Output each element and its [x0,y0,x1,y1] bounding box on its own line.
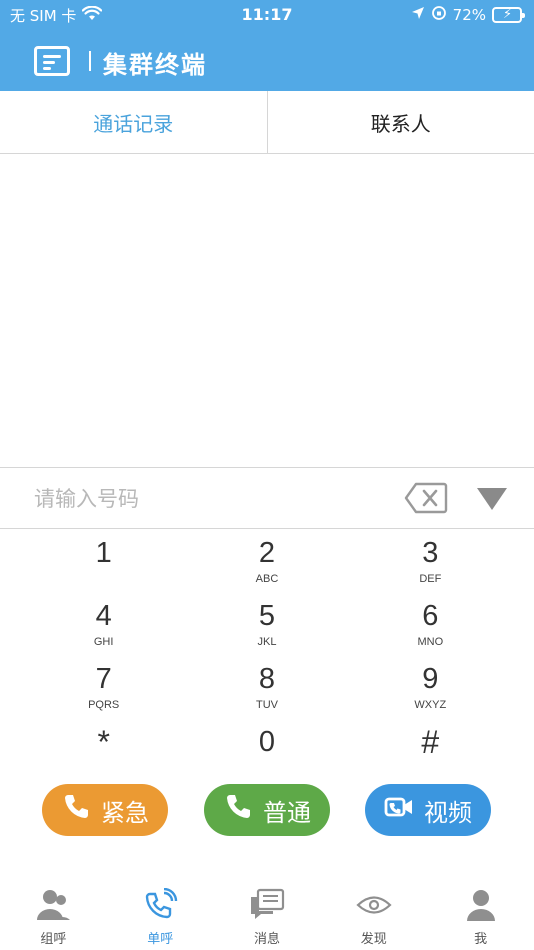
app-header: 集群终端 [0,38,534,84]
key-letters: TUV [255,699,278,711]
normal-call-label: 普通 [263,798,311,827]
battery-percent: 72% [452,6,486,24]
key-letters: ABC [255,573,279,585]
key-letters: WXYZ [414,699,447,711]
key-letters: MNO [417,636,444,648]
key-0[interactable]: 0 [185,719,348,782]
group-call-icon [37,890,71,920]
key-digit: # [421,724,440,760]
key-digit: * [97,724,110,760]
key-letters: DEF [419,573,442,585]
key-7[interactable]: 7 PQRS [22,656,185,719]
nav-label: 消息 [253,932,280,947]
key-hash[interactable]: # [349,719,512,782]
phone-icon [61,792,91,828]
key-6[interactable]: 6 MNO [349,593,512,656]
dial-keypad: 1 2 ABC 3 DEF 4 GHI 5 JKL 6 MNO 7 PQRS 8 TUV 9 W… [22,530,512,782]
key-2[interactable]: 2 ABC [185,530,348,593]
location-arrow-icon [411,6,425,24]
video-call-button[interactable]: 视频 [365,784,491,836]
key-digit: 0 [258,726,276,758]
nav-label: 我 [474,932,488,947]
key-4[interactable]: 4 GHI [22,593,185,656]
phone-number-input[interactable] [34,482,374,516]
key-8[interactable]: 8 TUV [185,656,348,719]
message-icon [250,888,285,919]
key-letters: GHI [93,636,114,648]
key-digit: 8 [258,663,276,695]
emergency-call-button[interactable]: 紧急 [42,784,168,836]
key-digit: 7 [95,663,112,695]
key-digit: 6 [422,600,439,632]
discover-eye-icon [356,896,392,914]
phone-icon [223,792,253,828]
nav-discover[interactable]: 发现 [320,888,427,950]
call-history-list [0,154,534,467]
key-digit: 2 [258,537,276,569]
header-divider [89,51,91,71]
video-camera-icon [384,792,414,828]
tab-bar: 通话记录 联系人 [0,91,534,154]
number-input-row [0,467,534,529]
profile-icon [466,890,495,921]
key-letters: JKL [257,636,277,648]
nav-label: 发现 [360,932,387,947]
call-button-row: 紧急 普通 视频 [0,784,534,838]
key-5[interactable]: 5 JKL [185,593,348,656]
status-right: 72% ⚡ [411,5,525,25]
bottom-navigation: 组呼 单呼 消息 发现 我 [0,888,534,950]
app-logo-icon [34,46,70,76]
nav-label: 组呼 [40,932,67,947]
collapse-keypad-icon[interactable] [475,486,509,512]
top-bar: 无 SIM 卡 11:17 72% ⚡ 集群终端 [0,0,534,91]
key-9[interactable]: 9 WXYZ [349,656,512,719]
single-call-icon [145,888,178,919]
nav-single-call[interactable]: 单呼 [107,888,214,950]
battery-icon: ⚡ [492,7,525,23]
normal-call-button[interactable]: 普通 [204,784,330,836]
emergency-call-label: 紧急 [101,798,149,827]
nav-me[interactable]: 我 [427,888,534,950]
key-digit: 9 [422,663,439,695]
video-call-label: 视频 [424,798,472,827]
key-3[interactable]: 3 DEF [349,530,512,593]
key-star[interactable]: * [22,719,185,782]
key-letters: PQRS [88,699,120,711]
nav-group-call[interactable]: 组呼 [0,888,107,950]
key-digit: 3 [422,537,439,569]
tab-contacts[interactable]: 联系人 [266,91,534,153]
nav-messages[interactable]: 消息 [214,888,321,950]
orientation-lock-icon [431,5,447,25]
app-title: 集群终端 [103,51,207,79]
status-bar: 无 SIM 卡 11:17 72% ⚡ [0,0,534,30]
key-digit: 4 [95,600,112,632]
key-digit: 1 [95,537,112,569]
key-1[interactable]: 1 [22,530,185,593]
key-digit: 5 [258,600,276,632]
backspace-icon[interactable] [404,482,448,514]
nav-label: 单呼 [147,932,174,947]
tab-call-history[interactable]: 通话记录 [0,91,267,153]
